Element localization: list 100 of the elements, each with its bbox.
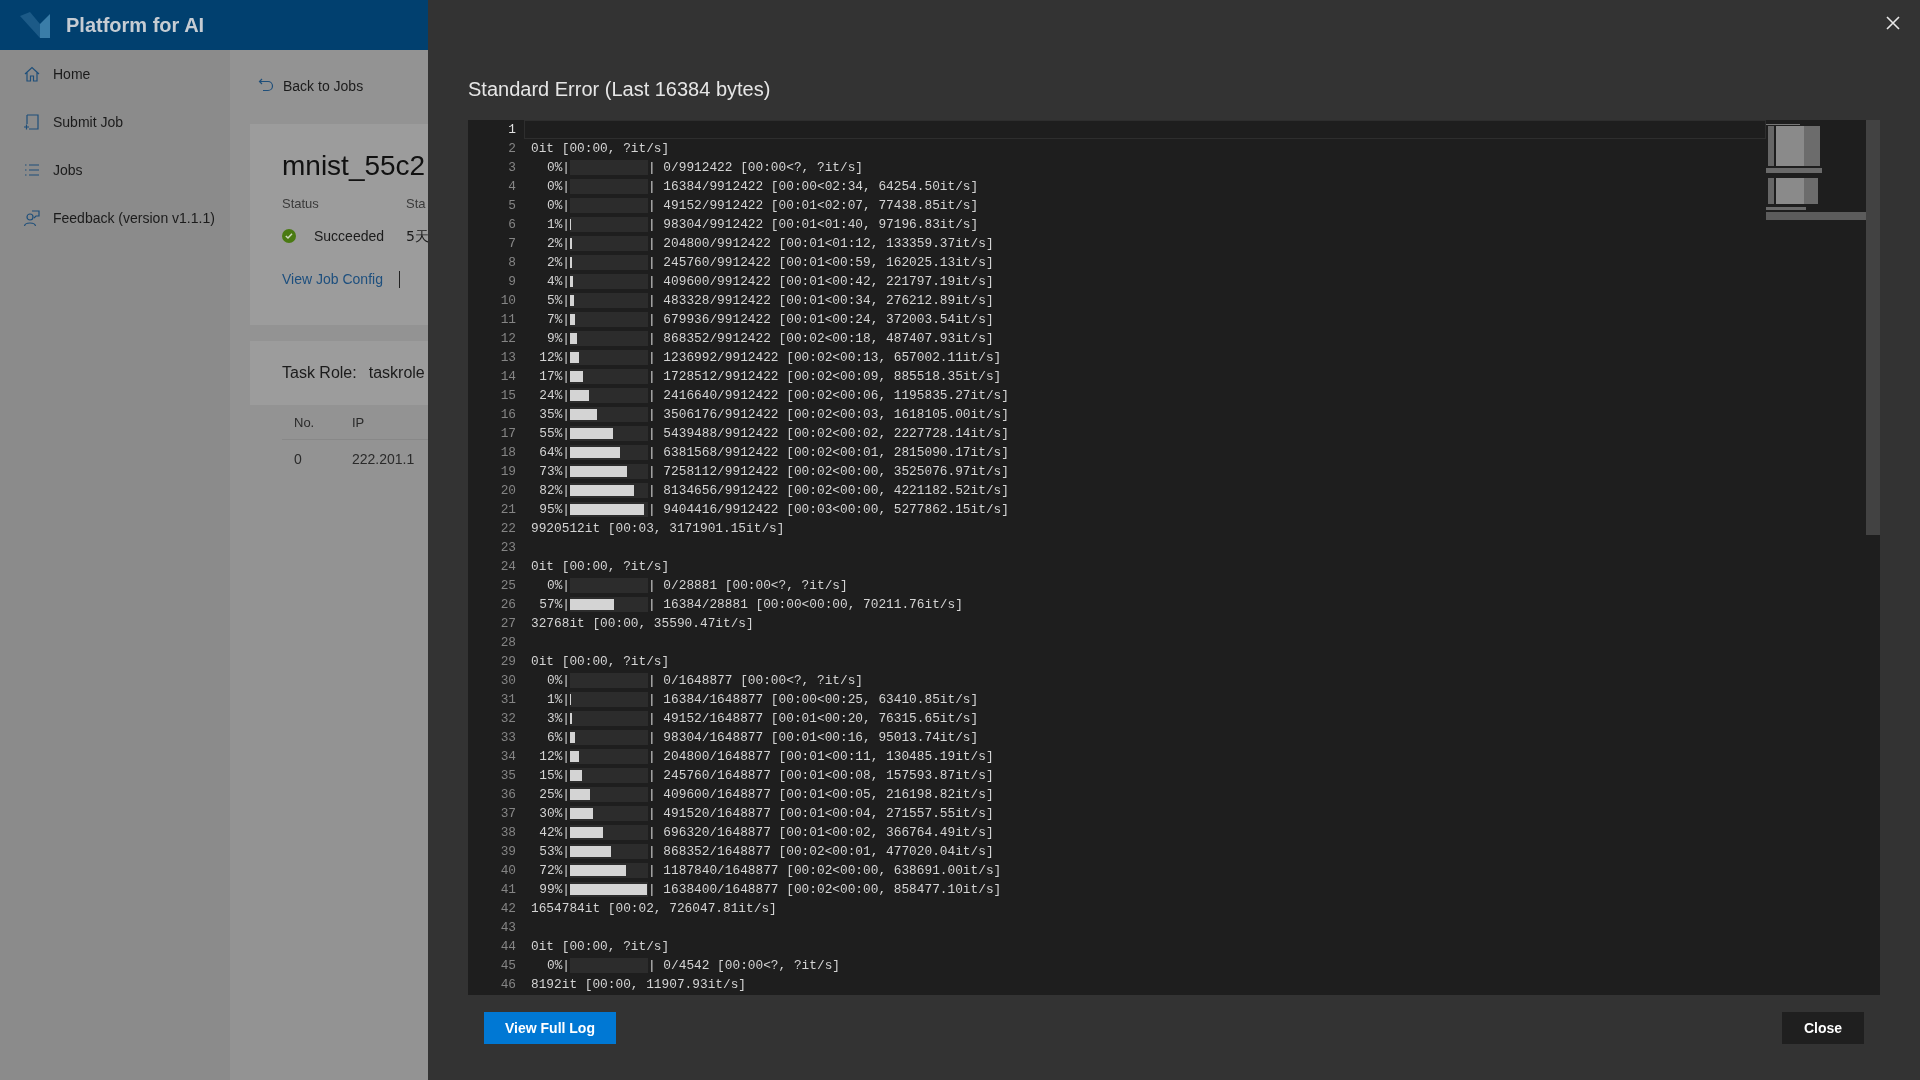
progress-details: | 98304/9912422 [00:01<01:40, 97196.83it/s] — [648, 215, 979, 234]
column-header: IP — [352, 413, 365, 432]
line-number: 7 — [507, 234, 517, 253]
progress-details: | 245760/9912422 [00:01<00:59, 162025.13it/s] — [648, 253, 994, 272]
app-title: Platform for AI — [66, 13, 205, 38]
start-value: 5天 — [406, 226, 429, 246]
line-number: 42 — [499, 899, 517, 918]
line-number: 35 — [499, 766, 517, 785]
line-number: 46 — [499, 975, 517, 994]
progress-percent: 12%| — [538, 348, 570, 367]
line-number: 1 — [507, 120, 517, 139]
back-link[interactable]: Back to Jobs — [250, 50, 429, 114]
log-text: 0it [00:00, ?it/s] — [531, 139, 670, 158]
line-number: 44 — [499, 937, 517, 956]
view-config-link[interactable]: View Job Config — [282, 268, 383, 290]
nav-item[interactable]: Submit Job — [0, 98, 230, 146]
line-number: 31 — [499, 690, 517, 709]
progress-details: | 1187840/1648877 [00:02<00:00, 638691.00it/s] — [648, 861, 1002, 880]
progress-percent: 2%| — [545, 234, 570, 253]
progress-percent: 64%| — [538, 443, 570, 462]
back-arrow-icon — [258, 76, 274, 92]
progress-percent: 25%| — [538, 785, 570, 804]
progress-percent: 73%| — [538, 462, 570, 481]
progress-details: | 8134656/9912422 [00:02<00:00, 4221182.52it/s] — [648, 481, 1009, 500]
line-number: 16 — [499, 405, 517, 424]
line-number: 22 — [499, 519, 517, 538]
progress-percent: 82%| — [538, 481, 570, 500]
progress-details: | 5439488/9912422 [00:02<00:02, 2227728.14it/s] — [648, 424, 1009, 443]
view-full-log-button[interactable]: View Full Log — [484, 1012, 616, 1044]
line-number: 25 — [499, 576, 517, 595]
line-number: 30 — [499, 671, 517, 690]
logo-icon — [20, 12, 52, 38]
progress-percent: 12%| — [538, 747, 570, 766]
line-number: 27 — [499, 614, 517, 633]
line-number: 3 — [507, 158, 517, 177]
progress-percent: 42%| — [538, 823, 570, 842]
progress-details: | 483328/9912422 [00:01<00:34, 276212.89it/s] — [648, 291, 994, 310]
progress-details: | 3506176/9912422 [00:02<00:03, 1618105.00it/s] — [648, 405, 1009, 424]
progress-details: | 204800/9912422 [00:01<01:12, 133359.37it/s] — [648, 234, 994, 253]
progress-percent: 6%| — [545, 728, 570, 747]
progress-percent: 30%| — [538, 804, 570, 823]
line-number: 18 — [499, 443, 517, 462]
progress-percent: 1%| — [545, 215, 570, 234]
field-label: Status — [282, 195, 320, 213]
line-number: 32 — [499, 709, 517, 728]
scrollbar-thumb[interactable] — [1866, 120, 1880, 535]
progress-details: | 6381568/9912422 [00:02<00:01, 2815090.17it/s] — [648, 443, 1009, 462]
nav-item[interactable]: Jobs — [0, 146, 230, 194]
task-role-label: Task Role: — [282, 363, 357, 383]
progress-percent: 35%| — [538, 405, 570, 424]
log-text: 9920512it [00:03, 3171901.15it/s] — [531, 519, 785, 538]
line-number: 39 — [499, 842, 517, 861]
field-label: Sta — [406, 195, 426, 213]
line-number: 23 — [499, 538, 517, 557]
progress-percent: 5%| — [545, 291, 570, 310]
success-icon — [282, 229, 296, 243]
progress-details: | 2416640/9912422 [00:02<00:06, 1195835.27it/s] — [648, 386, 1009, 405]
progress-percent: 72%| — [538, 861, 570, 880]
table-cell-text: 0 — [293, 449, 303, 469]
line-number: 26 — [499, 595, 517, 614]
line-number: 21 — [499, 500, 517, 519]
progress-details: | 1236992/9912422 [00:02<00:13, 657002.11it/s] — [648, 348, 1002, 367]
nav-item[interactable]: Home — [0, 50, 230, 98]
line-number: 8 — [507, 253, 517, 272]
progress-details: | 868352/1648877 [00:02<00:01, 477020.04it/s] — [648, 842, 994, 861]
line-number: 17 — [499, 424, 517, 443]
line-number: 9 — [507, 272, 517, 291]
log-text: 0it [00:00, ?it/s] — [531, 652, 670, 671]
nav-item[interactable]: Feedback (version v1.1.1) — [0, 194, 230, 242]
progress-percent: 53%| — [538, 842, 570, 861]
progress-details: | 204800/1648877 [00:01<00:11, 130485.19it/s] — [648, 747, 994, 766]
line-number: 5 — [507, 196, 517, 215]
progress-percent: 24%| — [538, 386, 570, 405]
line-number: 14 — [499, 367, 517, 386]
line-number: 2 — [507, 139, 517, 158]
line-number: 10 — [499, 291, 517, 310]
home-icon — [23, 65, 41, 83]
progress-percent: 4%| — [545, 272, 570, 291]
progress-details: | 98304/1648877 [00:01<00:16, 95013.74it/s] — [648, 728, 979, 747]
progress-details: | 16384/28881 [00:00<00:00, 70211.76it/s] — [648, 595, 963, 614]
progress-percent: 0%| — [545, 956, 570, 975]
line-number: 13 — [499, 348, 517, 367]
progress-details: | 49152/1648877 [00:01<00:20, 76315.65it/s] — [648, 709, 979, 728]
line-number: 36 — [499, 785, 517, 804]
line-number: 37 — [499, 804, 517, 823]
line-number: 20 — [499, 481, 517, 500]
progress-percent: 0%| — [545, 158, 570, 177]
column-header: No. — [293, 413, 316, 432]
progress-details: | 679936/9912422 [00:01<00:24, 372003.54it/s] — [648, 310, 994, 329]
progress-percent: 0%| — [545, 196, 570, 215]
progress-details: | 0/28881 [00:00<?, ?it/s] — [648, 576, 848, 595]
progress-percent: 0%| — [545, 177, 570, 196]
progress-details: | 696320/1648877 [00:01<00:02, 366764.49it/s] — [648, 823, 994, 842]
line-number: 4 — [507, 177, 517, 196]
progress-details: | 491520/1648877 [00:01<00:04, 271557.55it/s] — [648, 804, 994, 823]
close-button[interactable]: Close — [1781, 1012, 1864, 1044]
line-number: 19 — [499, 462, 517, 481]
progress-details: | 0/4542 [00:00<?, ?it/s] — [648, 956, 840, 975]
feedback-icon — [23, 209, 41, 227]
progress-percent: 9%| — [545, 329, 570, 348]
